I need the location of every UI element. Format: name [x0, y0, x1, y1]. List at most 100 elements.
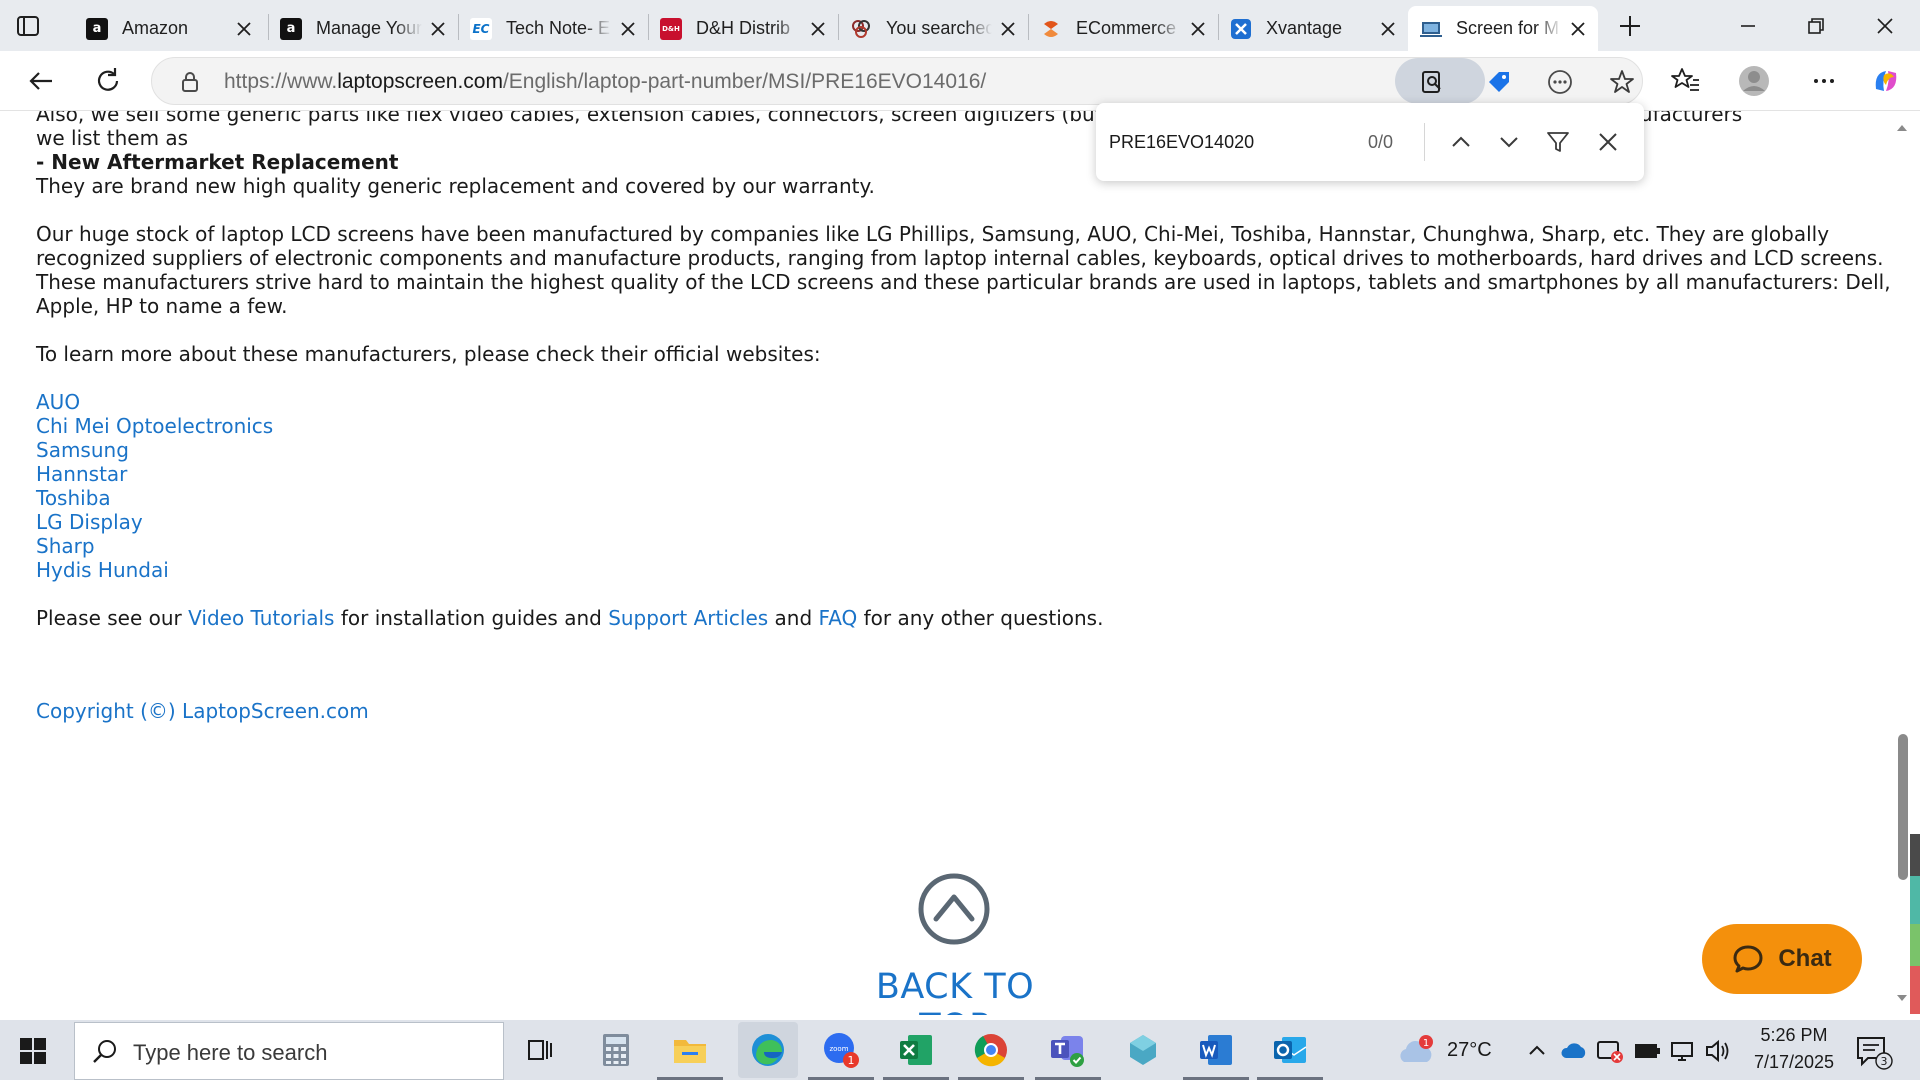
- stock-paragraph-line: recognized suppliers of electronic compo…: [36, 246, 1884, 270]
- tab-amazon[interactable]: a Amazon: [74, 6, 264, 51]
- link-chi-mei[interactable]: Chi Mei Optoelectronics: [36, 414, 273, 438]
- edge-icon[interactable]: [738, 1022, 798, 1078]
- chat-button[interactable]: Chat: [1702, 924, 1862, 994]
- chrome-icon[interactable]: [958, 1028, 1024, 1080]
- tab-xvantage[interactable]: Xvantage: [1218, 6, 1408, 51]
- window-close-icon[interactable]: [1871, 12, 1899, 40]
- chat-bubble-icon: [1733, 945, 1763, 973]
- security-icon[interactable]: [1596, 1038, 1624, 1064]
- app-icon[interactable]: [1121, 1028, 1165, 1072]
- refresh-icon[interactable]: [92, 65, 124, 97]
- link-samsung[interactable]: Samsung: [36, 438, 129, 462]
- profile-avatar-icon[interactable]: [1738, 65, 1770, 97]
- link-lg-display[interactable]: LG Display: [36, 510, 143, 534]
- chevron-up-icon[interactable]: [1526, 1040, 1548, 1062]
- link-auo[interactable]: AUO: [36, 390, 80, 414]
- volume-icon[interactable]: [1704, 1038, 1732, 1064]
- find-filter-icon[interactable]: [1543, 127, 1573, 157]
- outlook-icon[interactable]: [1257, 1028, 1323, 1080]
- link-sharp[interactable]: Sharp: [36, 534, 95, 558]
- find-close-icon[interactable]: [1593, 127, 1623, 157]
- lock-icon[interactable]: [176, 68, 204, 96]
- find-separator: [1424, 123, 1425, 161]
- scrollbar-thumb[interactable]: [1898, 734, 1908, 880]
- tab-manage-your[interactable]: a Manage Your: [268, 6, 458, 51]
- more-options-circle-icon[interactable]: [1546, 68, 1574, 96]
- copilot-icon[interactable]: [1870, 65, 1902, 97]
- xvantage-icon: [1231, 18, 1251, 39]
- find-next-icon[interactable]: [1494, 127, 1524, 157]
- teams-icon[interactable]: [1035, 1028, 1101, 1080]
- tab-you-searched[interactable]: You searched: [838, 6, 1028, 51]
- close-icon[interactable]: [234, 19, 254, 39]
- search-placeholder: Type here to search: [133, 1040, 328, 1065]
- weather-icon[interactable]: 1: [1396, 1034, 1436, 1068]
- video-tutorials-link[interactable]: Video Tutorials: [188, 606, 334, 630]
- restore-icon[interactable]: [1802, 12, 1830, 40]
- find-query-input[interactable]: PRE16EVO14020: [1109, 132, 1254, 153]
- scroll-down-arrow-icon[interactable]: [1894, 990, 1910, 1006]
- more-menu-icon[interactable]: [1808, 65, 1840, 97]
- learn-more-text: To learn more about these manufacturers,…: [36, 342, 821, 366]
- battery-icon[interactable]: [1633, 1040, 1661, 1062]
- coupon-tag-icon[interactable]: [1485, 68, 1513, 96]
- onedrive-icon[interactable]: [1560, 1040, 1588, 1060]
- notification-center-icon[interactable]: 3: [1854, 1034, 1894, 1070]
- app-available-icon[interactable]: [1418, 68, 1446, 96]
- close-icon[interactable]: [618, 19, 638, 39]
- favorite-star-icon[interactable]: [1608, 68, 1636, 96]
- browser-toolbar: https://www.laptopscreen.com/English/lap…: [0, 51, 1920, 111]
- support-articles-link[interactable]: Support Articles: [608, 606, 768, 630]
- dh-icon: D&H: [660, 17, 682, 40]
- partial-paragraph-line-2: we list them as: [36, 126, 189, 150]
- calculator-icon[interactable]: [594, 1028, 638, 1072]
- faq-link[interactable]: FAQ: [819, 606, 858, 630]
- close-icon[interactable]: [808, 19, 828, 39]
- clock-time[interactable]: 5:26 PM: [1752, 1025, 1836, 1046]
- partial-paragraph-line: Also, we sell some generic parts like fl…: [36, 111, 1122, 126]
- tab-actions-icon[interactable]: [14, 12, 42, 40]
- link-toshiba[interactable]: Toshiba: [36, 486, 111, 510]
- zoom-icon[interactable]: zoom 1: [808, 1028, 874, 1080]
- taskbar-search-box[interactable]: Type here to search: [74, 1022, 504, 1080]
- tab-tech-note[interactable]: EC Tech Note- E: [458, 6, 648, 51]
- favorites-list-icon[interactable]: [1670, 65, 1702, 97]
- network-icon[interactable]: [1668, 1040, 1696, 1062]
- temperature-text[interactable]: 27°C: [1447, 1039, 1492, 1062]
- edge-strip-red: [1910, 966, 1920, 1014]
- stock-paragraph-line: Apple, HP to name a few.: [36, 294, 288, 318]
- word-icon[interactable]: [1183, 1028, 1249, 1080]
- back-to-top-icon[interactable]: [918, 873, 990, 945]
- close-icon[interactable]: [428, 19, 448, 39]
- link-hydis-hundai[interactable]: Hydis Hundai: [36, 558, 169, 582]
- close-icon[interactable]: [998, 19, 1018, 39]
- copyright-link[interactable]: Copyright (©) LaptopScreen.com: [36, 699, 369, 723]
- tab-dh-distrib[interactable]: D&H D&H Distrib: [648, 6, 838, 51]
- edge-strip-dark: [1910, 834, 1920, 876]
- windows-start-icon[interactable]: [20, 1038, 46, 1064]
- tab-screen-for-m-active[interactable]: Screen for M: [1408, 6, 1598, 51]
- address-bar[interactable]: https://www.laptopscreen.com/English/lap…: [151, 57, 1643, 105]
- aftermarket-description: They are brand new high quality generic …: [36, 174, 875, 198]
- close-icon[interactable]: [1378, 19, 1398, 39]
- stock-paragraph-line: These manufacturers strive hard to maint…: [36, 270, 1891, 294]
- scroll-up-arrow-icon[interactable]: [1894, 120, 1910, 136]
- clock-date[interactable]: 7/17/2025: [1744, 1052, 1844, 1073]
- minimize-icon[interactable]: [1734, 12, 1762, 40]
- find-in-page-bar: PRE16EVO14020 0/0: [1096, 103, 1644, 181]
- new-tab-icon[interactable]: [1616, 12, 1644, 40]
- excel-icon[interactable]: [883, 1028, 949, 1080]
- tab-ecommerce[interactable]: ECommerce: [1028, 6, 1218, 51]
- back-arrow-icon[interactable]: [25, 65, 57, 97]
- link-hannstar[interactable]: Hannstar: [36, 462, 127, 486]
- find-previous-icon[interactable]: [1446, 127, 1476, 157]
- task-view-icon[interactable]: [518, 1028, 562, 1072]
- back-to-top-link[interactable]: BACK TO TOP: [835, 967, 1075, 1015]
- find-match-count: 0/0: [1368, 132, 1394, 152]
- edge-strip-green: [1910, 924, 1920, 966]
- file-explorer-icon[interactable]: [657, 1028, 723, 1080]
- close-icon[interactable]: [1568, 19, 1588, 39]
- stock-paragraph-line: Our huge stock of laptop LCD screens hav…: [36, 222, 1830, 246]
- close-icon[interactable]: [1188, 19, 1208, 39]
- url-text[interactable]: https://www.laptopscreen.com/English/lap…: [224, 70, 986, 94]
